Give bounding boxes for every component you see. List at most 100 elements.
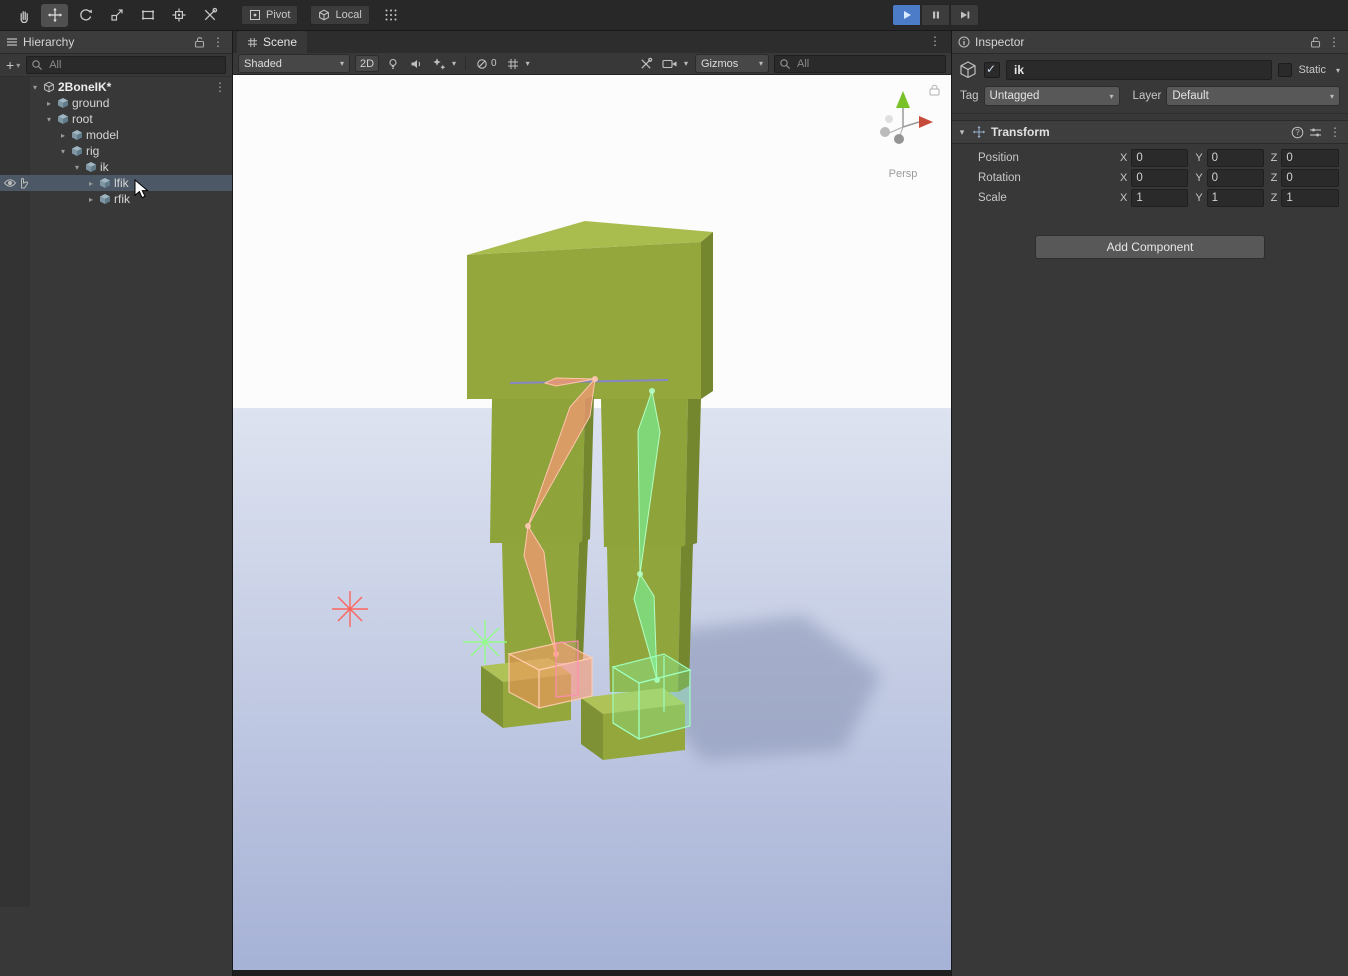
audio-toggle-button[interactable]	[407, 55, 425, 72]
right-foot-ik-target[interactable]	[613, 654, 690, 739]
x-axis-label[interactable]: X	[1118, 152, 1131, 164]
editor-tools-button[interactable]	[637, 55, 655, 72]
rect-tool-button[interactable]	[134, 4, 161, 27]
rotation-y-input[interactable]	[1207, 169, 1264, 187]
help-icon[interactable]: ?	[1291, 126, 1304, 139]
grid-snap-button[interactable]	[384, 8, 398, 22]
z-axis-label[interactable]: Z	[1269, 172, 1282, 184]
2d-toggle-button[interactable]: 2D	[355, 55, 379, 72]
z-axis-label[interactable]: Z	[1269, 152, 1282, 164]
lock-icon[interactable]	[194, 36, 205, 48]
rotation-z-input[interactable]	[1281, 169, 1339, 187]
foldout-arrow[interactable]: ▾	[72, 163, 82, 172]
pivot-toggle-button[interactable]: Pivot	[241, 5, 298, 25]
hierarchy-search-input[interactable]	[47, 58, 221, 72]
step-button[interactable]	[950, 4, 979, 26]
scene-viewport[interactable]: Persp	[233, 75, 951, 970]
kebab-menu-icon[interactable]: ⋮	[1327, 125, 1343, 139]
scale-tool-button[interactable]	[103, 4, 130, 27]
position-y-input[interactable]	[1207, 149, 1264, 167]
y-axis-label[interactable]: Y	[1193, 152, 1206, 164]
y-axis-label[interactable]: Y	[1193, 172, 1206, 184]
foldout-arrow[interactable]: ▸	[44, 99, 54, 108]
local-toggle-button[interactable]: Local	[310, 5, 369, 25]
scene-search-input[interactable]	[795, 57, 941, 71]
lighting-toggle-button[interactable]	[384, 55, 402, 72]
tag-dropdown[interactable]: Untagged ▾	[984, 86, 1120, 106]
scale-z-input[interactable]	[1281, 189, 1339, 207]
pickability-icon[interactable]	[18, 177, 28, 189]
scene-visibility-button[interactable]: 0	[473, 55, 499, 72]
z-axis-label[interactable]: Z	[1269, 192, 1282, 204]
add-component-button[interactable]: Add Component	[1035, 235, 1265, 259]
lock-icon[interactable]	[1310, 36, 1321, 48]
rotate-tool-button[interactable]	[72, 4, 99, 27]
create-caret-icon[interactable]: ▾	[16, 61, 20, 70]
transform-tool-button[interactable]	[165, 4, 192, 27]
foldout-arrow[interactable]: ▾	[30, 83, 40, 92]
scale-y-input[interactable]	[1207, 189, 1264, 207]
visibility-eye-icon[interactable]	[3, 178, 17, 188]
play-button[interactable]	[892, 4, 921, 26]
hierarchy-row-rfik[interactable]: ▸ rfik	[0, 191, 232, 207]
rotation-y-group: Y	[1193, 169, 1263, 187]
inspector-header[interactable]: Inspector ⋮	[952, 31, 1348, 54]
scene-camera-dropdown[interactable]: ▾	[660, 55, 690, 72]
position-x-group: X	[1118, 149, 1188, 167]
layer-dropdown[interactable]: Default ▾	[1166, 86, 1340, 106]
presets-icon[interactable]	[1309, 127, 1322, 138]
kebab-menu-icon[interactable]: ⋮	[1326, 35, 1342, 49]
scene-search[interactable]	[774, 55, 946, 73]
object-name-input[interactable]	[1012, 62, 1266, 78]
tab-scene[interactable]: Scene	[237, 31, 307, 53]
foldout-arrow[interactable]: ▾	[58, 147, 68, 156]
left-foot-ik-target[interactable]	[509, 641, 592, 708]
move-tool-button[interactable]	[41, 4, 68, 27]
projection-label[interactable]: Persp	[889, 168, 918, 180]
foldout-arrow[interactable]: ▾	[44, 115, 54, 124]
hierarchy-row-2boneik[interactable]: ▾ 2BoneIK* ⋮	[0, 79, 232, 95]
pause-button[interactable]	[921, 4, 950, 26]
kebab-menu-icon[interactable]: ⋮	[927, 34, 943, 48]
static-checkbox[interactable]	[1278, 63, 1292, 77]
hierarchy-header[interactable]: Hierarchy ⋮	[0, 31, 232, 54]
foldout-arrow[interactable]: ▾	[957, 127, 967, 138]
transform-component-header[interactable]: ▾ Transform ? ⋮	[952, 120, 1348, 144]
position-z-input[interactable]	[1281, 149, 1339, 167]
hierarchy-row-ground[interactable]: ▸ ground	[0, 95, 232, 111]
scale-x-group: X	[1118, 189, 1188, 207]
hierarchy-row-model[interactable]: ▸ model	[0, 127, 232, 143]
y-axis-label[interactable]: Y	[1193, 192, 1206, 204]
hierarchy-row-root[interactable]: ▾ root	[0, 111, 232, 127]
hierarchy-row-ik[interactable]: ▾ ik	[0, 159, 232, 175]
object-name-field[interactable]	[1006, 60, 1272, 80]
inspector-panel: Inspector ⋮ Static ▾ Tag Untagged ▾ Laye…	[951, 31, 1348, 976]
shading-mode-dropdown[interactable]: Shaded ▾	[238, 54, 350, 73]
hierarchy-row-lfik[interactable]: ▸ lfik	[0, 175, 232, 191]
hierarchy-search[interactable]	[26, 56, 226, 74]
active-checkbox[interactable]	[984, 62, 1000, 78]
foldout-arrow[interactable]: ▸	[86, 195, 96, 204]
foldout-arrow[interactable]: ▸	[86, 179, 96, 188]
position-x-input[interactable]	[1131, 149, 1188, 167]
hierarchy-row-rig[interactable]: ▾ rig	[0, 143, 232, 159]
hierarchy-toolbar: + ▾	[0, 54, 232, 77]
x-axis-label[interactable]: X	[1118, 172, 1131, 184]
rotation-x-input[interactable]	[1131, 169, 1188, 187]
scale-x-input[interactable]	[1131, 189, 1188, 207]
foldout-arrow[interactable]: ▸	[58, 131, 68, 140]
x-axis-label[interactable]: X	[1118, 192, 1131, 204]
gameobject-cube-icon	[71, 129, 83, 141]
effects-dropdown-button[interactable]: ▾	[430, 55, 458, 72]
kebab-menu-icon[interactable]: ⋮	[210, 35, 226, 49]
hierarchy-item-label: rig	[86, 144, 99, 158]
create-button[interactable]: +	[6, 58, 14, 72]
gizmos-dropdown[interactable]: Gizmos ▾	[695, 54, 769, 73]
kebab-menu-icon[interactable]: ⋮	[214, 80, 226, 94]
hierarchy-item-label: lfik	[114, 176, 129, 190]
grid-settings-dropdown[interactable]: ▾	[504, 55, 532, 72]
static-caret-icon[interactable]: ▾	[1332, 66, 1340, 75]
hand-tool-button[interactable]	[10, 4, 37, 27]
scene-tab-label: Scene	[263, 35, 297, 49]
custom-tool-button[interactable]	[196, 4, 223, 27]
